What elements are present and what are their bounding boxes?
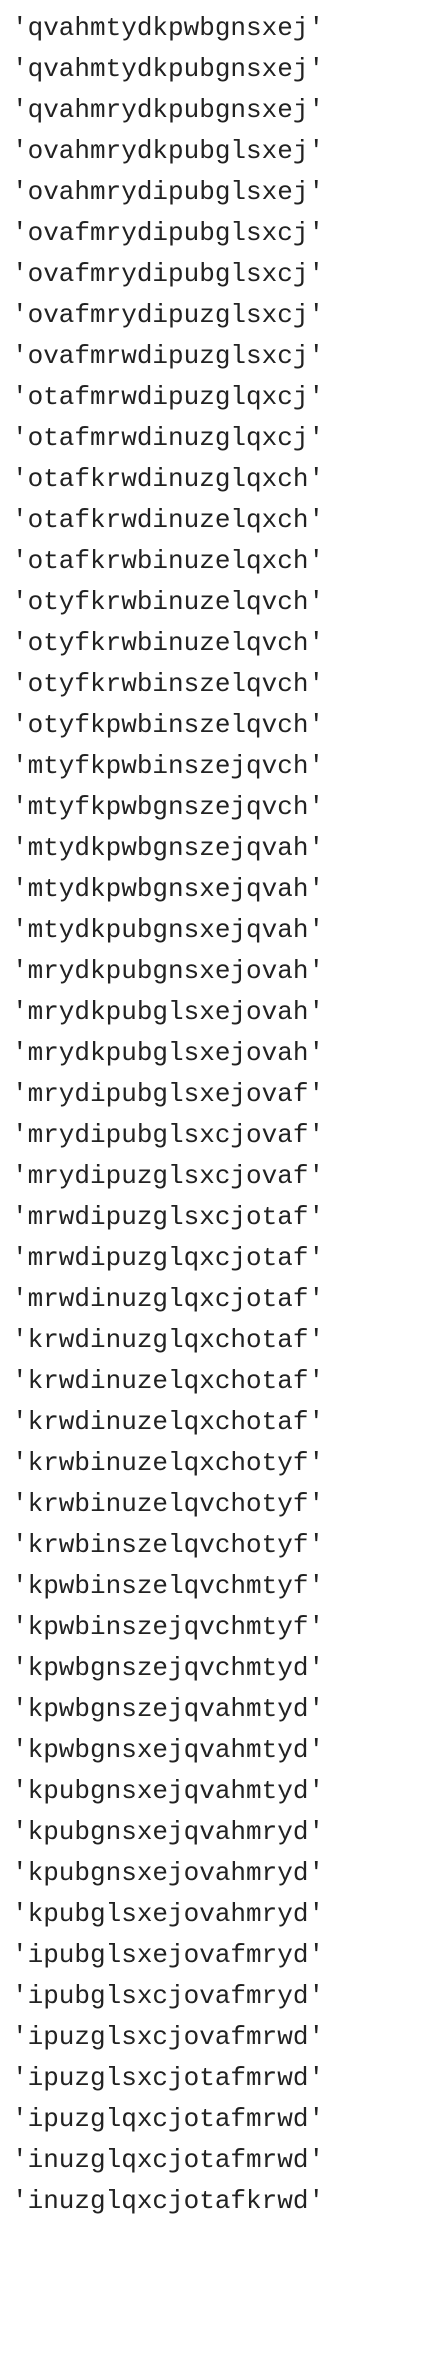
string-line: 'otafkrwdinuzglqxch': [12, 464, 325, 494]
string-line: 'otyfkrwbinszelqvch': [12, 669, 325, 699]
string-line: 'otafkrwbinuzelqxch': [12, 546, 325, 576]
string-line: 'ipuzglqxcjotafmrwd': [12, 2104, 325, 2134]
string-line: 'otafkrwdinuzelqxch': [12, 505, 325, 535]
document-page: 'qvahmtydkpwbgnsxej' 'qvahmtydkpubgnsxej'…: [0, 0, 428, 2380]
string-line: 'qvahmtydkpwbgnsxej': [12, 13, 325, 43]
string-line: 'mtydkpubgnsxejqvah': [12, 915, 325, 945]
string-line: 'kpwbgnszejqvahmtyd': [12, 1694, 325, 1724]
string-line: 'krwdinuzelqxchotaf': [12, 1366, 325, 1396]
string-line: 'mtyfkpwbinszejqvch': [12, 751, 325, 781]
string-line: 'kpwbgnszejqvchmtyd': [12, 1653, 325, 1683]
string-line: 'mrwdipuzglsxcjotaf': [12, 1202, 325, 1232]
string-list: 'qvahmtydkpwbgnsxej' 'qvahmtydkpubgnsxej'…: [12, 8, 324, 2222]
string-line: 'otyfkrwbinuzelqvch': [12, 587, 325, 617]
string-line: 'ovafmrwdipuzglsxcj': [12, 341, 325, 371]
string-line: 'krwbinuzelqvchotyf': [12, 1489, 325, 1519]
string-line: 'kpubgnsxejqvahmryd': [12, 1817, 325, 1847]
string-line: 'mrydkpubglsxejovah': [12, 1038, 325, 1068]
string-line: 'krwbinszelqvchotyf': [12, 1530, 325, 1560]
string-line: 'ipubglsxcjovafmryd': [12, 1981, 325, 2011]
string-line: 'ovafmrydipubglsxcj': [12, 218, 325, 248]
string-line: 'kpubglsxejovahmryd': [12, 1899, 325, 1929]
string-line: 'ipuzglsxcjotafmrwd': [12, 2063, 325, 2093]
string-line: 'krwdinuzglqxchotaf': [12, 1325, 325, 1355]
string-line: 'ovafmrydipubglsxcj': [12, 259, 325, 289]
string-line: 'mtyfkpwbgnszejqvch': [12, 792, 325, 822]
string-line: 'mrydkpubgnsxejovah': [12, 956, 325, 986]
string-line: 'qvahmrydkpubgnsxej': [12, 95, 325, 125]
string-line: 'inuzglqxcjotafmrwd': [12, 2145, 325, 2175]
string-line: 'mrydipuzglsxcjovaf': [12, 1161, 325, 1191]
string-line: 'ipubglsxejovafmryd': [12, 1940, 325, 1970]
string-line: 'qvahmtydkpubgnsxej': [12, 54, 325, 84]
string-line: 'kpwbgnsxejqvahmtyd': [12, 1735, 325, 1765]
string-line: 'ipuzglsxcjovafmrwd': [12, 2022, 325, 2052]
string-line: 'mtydkpwbgnszejqvah': [12, 833, 325, 863]
string-line: 'krwdinuzelqxchotaf': [12, 1407, 325, 1437]
string-line: 'mrwdinuzglqxcjotaf': [12, 1284, 325, 1314]
string-line: 'otyfkpwbinszelqvch': [12, 710, 325, 740]
string-line: 'ovafmrydipuzglsxcj': [12, 300, 325, 330]
string-line: 'otyfkrwbinuzelqvch': [12, 628, 325, 658]
string-line: 'otafmrwdipuzglqxcj': [12, 382, 325, 412]
string-line: 'mtydkpwbgnsxejqvah': [12, 874, 325, 904]
string-line: 'kpwbinszejqvchmtyf': [12, 1612, 325, 1642]
string-line: 'mrydipubglsxejovaf': [12, 1079, 325, 1109]
string-line: 'inuzglqxcjotafkrwd': [12, 2186, 325, 2216]
string-line: 'kpwbinszelqvchmtyf': [12, 1571, 325, 1601]
string-line: 'krwbinuzelqxchotyf': [12, 1448, 325, 1478]
string-line: 'mrydkpubglsxejovah': [12, 997, 325, 1027]
string-line: 'kpubgnsxejovahmryd': [12, 1858, 325, 1888]
string-line: 'otafmrwdinuzglqxcj': [12, 423, 325, 453]
string-line: 'ovahmrydipubglsxej': [12, 177, 325, 207]
string-line: 'ovahmrydkpubglsxej': [12, 136, 325, 166]
string-line: 'mrydipubglsxcjovaf': [12, 1120, 325, 1150]
string-line: 'kpubgnsxejqvahmtyd': [12, 1776, 325, 1806]
string-line: 'mrwdipuzglqxcjotaf': [12, 1243, 325, 1273]
